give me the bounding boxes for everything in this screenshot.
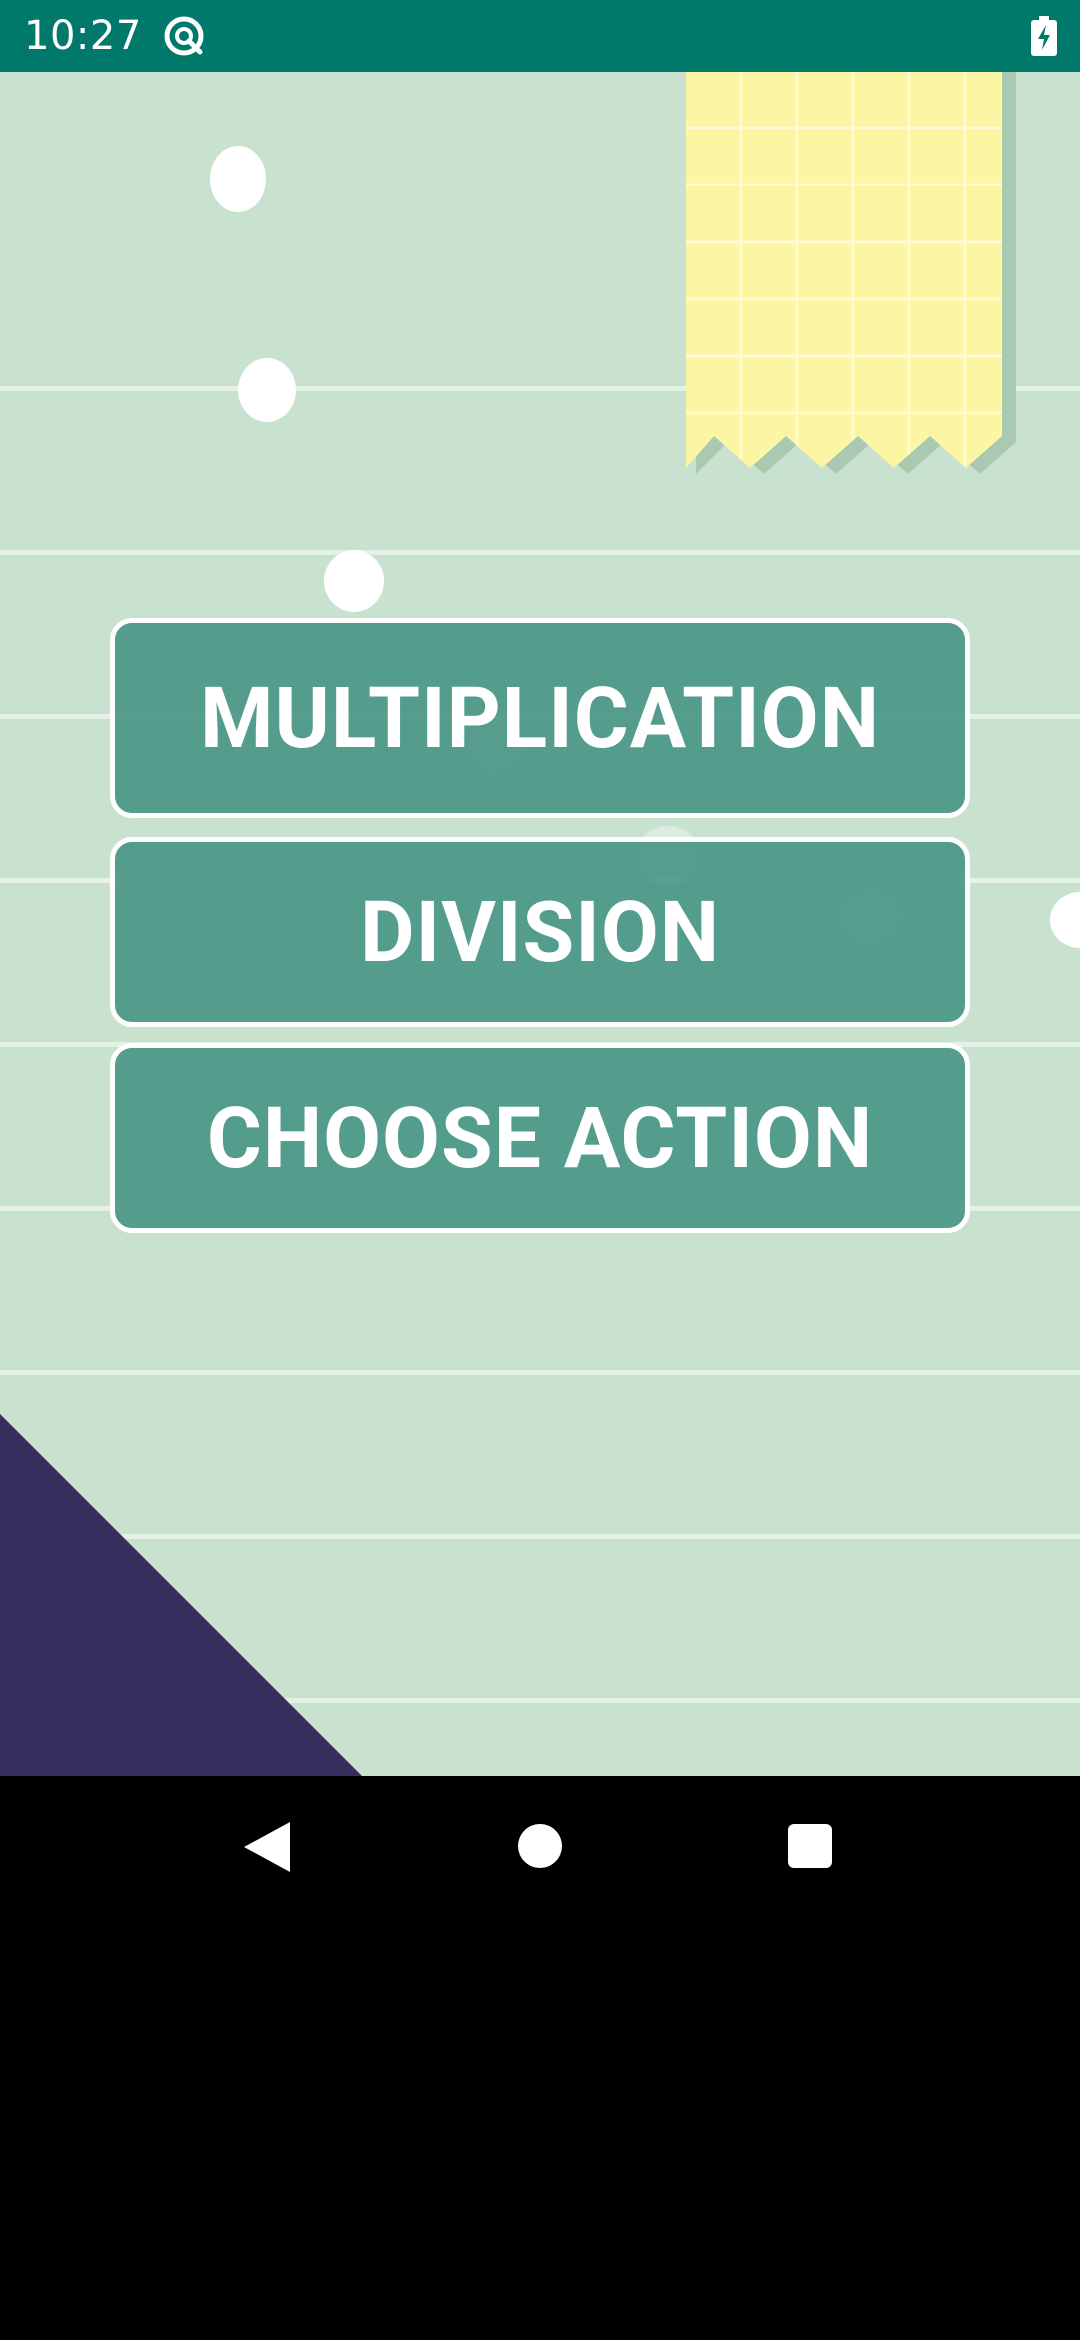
- navigation-bar: [0, 1776, 1080, 1924]
- division-button-label: DIVISION: [359, 882, 721, 982]
- status-time: 10:27: [24, 13, 142, 59]
- status-bar: 10:27: [0, 0, 1080, 72]
- decorative-dot: [210, 146, 266, 212]
- division-button[interactable]: DIVISION: [110, 837, 970, 1027]
- home-circle-icon[interactable]: [518, 1824, 562, 1868]
- choose-action-button[interactable]: CHOOSE ACTION: [110, 1043, 970, 1233]
- ruled-line: [0, 1370, 1080, 1375]
- decorative-dot: [1050, 892, 1080, 948]
- battery-charging-icon: [1031, 16, 1057, 56]
- back-triangle-icon[interactable]: [244, 1822, 290, 1872]
- multiplication-button-label: MULTIPLICATION: [200, 668, 880, 768]
- notepad-graphic: [686, 72, 1016, 474]
- at-sign-icon: [164, 16, 204, 56]
- recents-square-icon[interactable]: [788, 1824, 832, 1868]
- corner-triangle-graphic: [0, 1414, 362, 1776]
- ruled-line: [0, 550, 1080, 555]
- screen-bottom-area: [0, 1924, 1080, 2340]
- choose-action-button-label: CHOOSE ACTION: [206, 1088, 874, 1188]
- multiplication-button[interactable]: MULTIPLICATION: [110, 618, 970, 818]
- decorative-dot: [238, 358, 296, 422]
- decorative-dot: [324, 550, 384, 612]
